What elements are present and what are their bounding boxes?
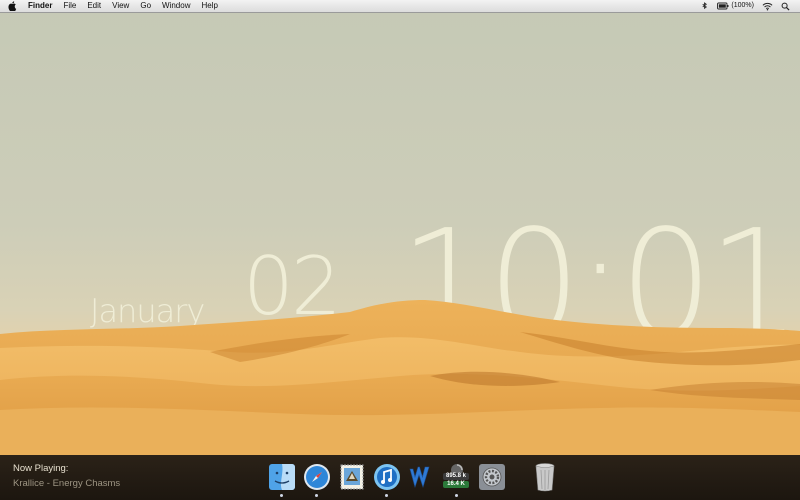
dock-item-mail[interactable] <box>336 461 367 492</box>
spotlight-search-icon[interactable] <box>781 2 790 11</box>
menu-view[interactable]: View <box>112 0 129 12</box>
system-preferences-icon <box>478 463 505 490</box>
dock-item-safari[interactable] <box>301 461 332 497</box>
dock-item-itunes[interactable] <box>371 461 402 497</box>
wifi-icon[interactable] <box>762 2 773 11</box>
dock-item-finder[interactable] <box>266 461 297 497</box>
dock-item-word[interactable] <box>406 461 437 492</box>
menu-window[interactable]: Window <box>162 0 190 12</box>
running-indicator <box>385 494 388 497</box>
word-icon <box>409 466 429 488</box>
dock-item-network-monitor[interactable]: 895.8 k 16.4 K <box>441 461 472 497</box>
dock: 895.8 k 16.4 K <box>266 461 560 497</box>
battery-icon <box>717 2 729 10</box>
desktop: Finder File Edit View Go Window Help (10… <box>0 0 800 500</box>
running-indicator <box>315 494 318 497</box>
menu-file[interactable]: File <box>63 0 76 12</box>
finder-icon <box>268 463 295 490</box>
mail-stamp-icon <box>340 464 363 489</box>
network-download-rate: 16.4 K <box>443 481 469 488</box>
network-upload-rate: 895.8 k <box>443 473 469 480</box>
menu-finder[interactable]: Finder <box>28 0 52 12</box>
bluetooth-icon[interactable] <box>700 1 709 11</box>
menu-edit[interactable]: Edit <box>87 0 101 12</box>
battery-percent: (100%) <box>731 2 754 9</box>
running-indicator <box>455 494 458 497</box>
dock-separator <box>511 461 525 497</box>
trash-icon <box>535 462 554 491</box>
menu-go[interactable]: Go <box>140 0 151 12</box>
menu-help[interactable]: Help <box>201 0 217 12</box>
running-indicator <box>280 494 283 497</box>
battery-status[interactable]: (100%) <box>717 0 754 12</box>
now-playing-track[interactable]: Krallice - Energy Chasms <box>13 478 120 489</box>
now-playing-label: Now Playing: <box>13 463 69 474</box>
dock-item-trash[interactable] <box>529 461 560 492</box>
menu-bar: Finder File Edit View Go Window Help (10… <box>0 0 800 13</box>
desert-dunes-wallpaper <box>0 300 800 500</box>
itunes-icon <box>373 463 400 490</box>
apple-icon[interactable] <box>8 1 17 11</box>
safari-icon <box>303 463 330 490</box>
dock-item-system-preferences[interactable] <box>476 461 507 492</box>
